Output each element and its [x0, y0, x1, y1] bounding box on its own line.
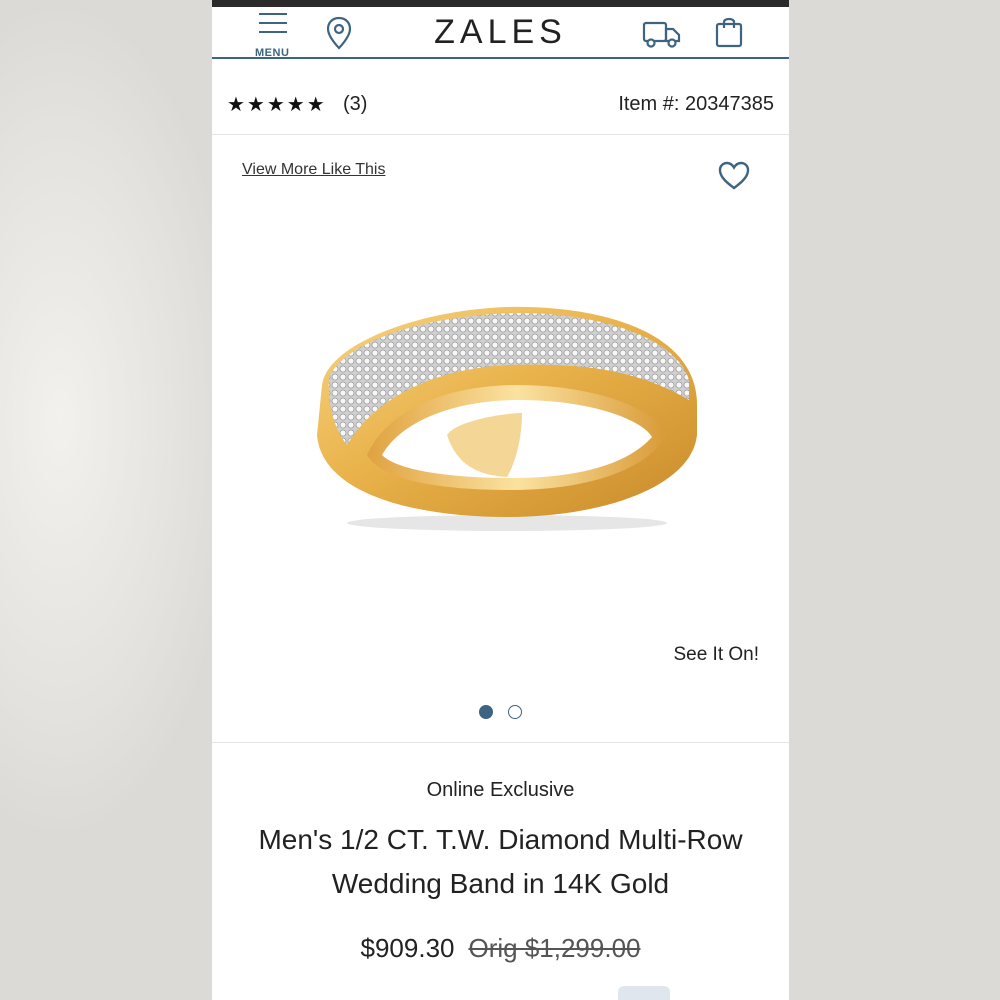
product-title: Men's 1/2 CT. T.W. Diamond Multi-Row Wed… [258, 824, 743, 899]
review-count[interactable]: (3) [343, 93, 367, 116]
ring-illustration [317, 306, 697, 531]
truck-icon [642, 21, 681, 48]
cart-button[interactable] [714, 15, 744, 49]
partial-button[interactable] [618, 986, 670, 1000]
rating-row: ★★★★★ (3) Item #: 20347385 [212, 60, 789, 135]
product-image[interactable] [307, 285, 707, 535]
divider [212, 742, 789, 743]
original-price: Orig $1,299.00 [468, 933, 641, 963]
mobile-page: MENU ZALES ★★★★★ (3) Item #: 20347385 Vi… [212, 0, 789, 1000]
online-exclusive-badge: Online Exclusive [426, 779, 575, 801]
site-header: MENU ZALES [212, 7, 789, 59]
status-bar [212, 0, 789, 7]
sale-price: $909.30 [360, 933, 455, 963]
wishlist-button[interactable] [717, 160, 751, 192]
shipping-button[interactable] [642, 19, 682, 49]
star-rating[interactable]: ★★★★★ [227, 92, 327, 117]
shopping-bag-icon [715, 17, 743, 48]
carousel-dot[interactable] [508, 705, 522, 719]
price-row: $909.30 Orig $1,299.00 [212, 933, 789, 964]
carousel-dot-active[interactable] [479, 705, 493, 719]
view-more-link[interactable]: View More Like This [242, 161, 385, 179]
item-number: Item #: 20347385 [618, 93, 774, 115]
zales-logo[interactable]: ZALES [212, 13, 789, 52]
see-it-on-button[interactable]: See It On! [673, 644, 759, 666]
heart-icon [718, 161, 750, 190]
